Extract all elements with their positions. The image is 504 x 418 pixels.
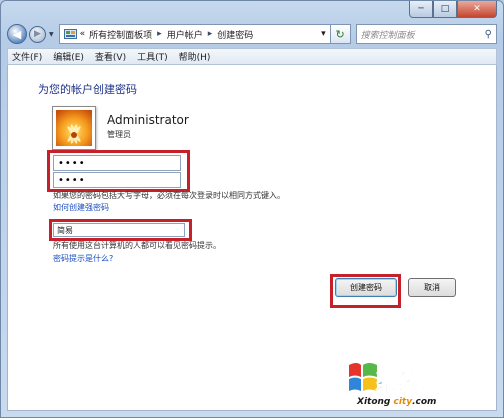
forward-arrow-icon: ▶ bbox=[34, 29, 41, 39]
breadcrumb-separator-icon[interactable]: ▸ bbox=[208, 29, 213, 39]
password-hint-highlight bbox=[49, 219, 192, 241]
case-sensitivity-note: 如果您的密码包括大写字母，必须在每次登录时以相同方式键入。 bbox=[53, 191, 285, 200]
address-dropdown-icon[interactable]: ▾ bbox=[321, 29, 326, 39]
breadcrumb-create-password[interactable]: 创建密码 bbox=[217, 28, 253, 41]
watermark-logo: 系统城 Xitong city.com bbox=[337, 357, 497, 415]
watermark-url-mid: city bbox=[393, 397, 413, 407]
flower-picture-icon bbox=[56, 110, 92, 146]
menu-view[interactable]: 查看(V) bbox=[95, 50, 126, 63]
search-placeholder: 搜索控制面板 bbox=[360, 30, 415, 41]
control-panel-icon bbox=[63, 29, 77, 39]
caption-buttons: ─ □ ✕ bbox=[409, 1, 497, 18]
user-role: 管理员 bbox=[107, 130, 131, 139]
hint-visibility-note: 所有使用这台计算机的人都可以看见密码提示。 bbox=[53, 241, 221, 250]
breadcrumb-all-control-panel[interactable]: 所有控制面板项 bbox=[89, 28, 152, 41]
refresh-button[interactable]: ↻ bbox=[330, 24, 351, 44]
back-button[interactable]: ◀ bbox=[7, 24, 27, 44]
address-overflow[interactable]: « bbox=[80, 29, 86, 39]
refresh-icon: ↻ bbox=[335, 27, 345, 41]
menu-edit[interactable]: 编辑(E) bbox=[53, 50, 84, 63]
menu-bar: 文件(F) 编辑(E) 查看(V) 工具(T) 帮助(H) bbox=[7, 48, 497, 65]
navigation-bar: ◀ ▶ ▼ « 所有控制面板项 ▸ 用户帐户 ▸ 创建密码 ▾ ↻ 搜索控制面板… bbox=[7, 23, 497, 45]
maximize-button[interactable]: □ bbox=[433, 1, 457, 18]
watermark-url-suffix: .com bbox=[412, 397, 437, 407]
menu-help[interactable]: 帮助(H) bbox=[179, 50, 211, 63]
watermark-url-prefix: Xitong bbox=[357, 397, 391, 407]
strong-password-link[interactable]: 如何创建强密码 bbox=[53, 202, 109, 213]
search-icon[interactable]: ⚲ bbox=[485, 29, 492, 40]
menu-file[interactable]: 文件(F) bbox=[12, 50, 42, 63]
create-button-highlight bbox=[330, 274, 401, 308]
control-panel-window: ─ □ ✕ ◀ ▶ ▼ « 所有控制面板项 ▸ 用户帐户 ▸ 创建密码 ▾ ↻ … bbox=[0, 0, 504, 418]
page-title: 为您的帐户创建密码 bbox=[38, 83, 137, 96]
back-arrow-icon: ◀ bbox=[12, 27, 22, 41]
breadcrumb-user-accounts[interactable]: 用户帐户 bbox=[167, 28, 203, 41]
user-name: Administrator bbox=[107, 113, 189, 127]
what-is-password-hint-link[interactable]: 密码提示是什么? bbox=[53, 253, 113, 264]
address-bar[interactable]: « 所有控制面板项 ▸ 用户帐户 ▸ 创建密码 ▾ bbox=[58, 24, 331, 44]
password-fields-highlight bbox=[47, 150, 190, 192]
avatar bbox=[52, 106, 96, 150]
forward-button[interactable]: ▶ bbox=[29, 25, 46, 43]
menu-tools[interactable]: 工具(T) bbox=[137, 50, 168, 63]
breadcrumb-separator-icon[interactable]: ▸ bbox=[157, 29, 162, 39]
close-button[interactable]: ✕ bbox=[457, 1, 497, 18]
watermark-url: Xitong city.com bbox=[357, 397, 436, 407]
recent-pages-dropdown[interactable]: ▼ bbox=[49, 31, 54, 38]
cancel-button[interactable]: 取消 bbox=[408, 278, 456, 297]
search-input[interactable]: 搜索控制面板 ⚲ bbox=[355, 24, 497, 44]
watermark-text: 系统城 bbox=[375, 371, 445, 397]
minimize-button[interactable]: ─ bbox=[409, 1, 433, 18]
